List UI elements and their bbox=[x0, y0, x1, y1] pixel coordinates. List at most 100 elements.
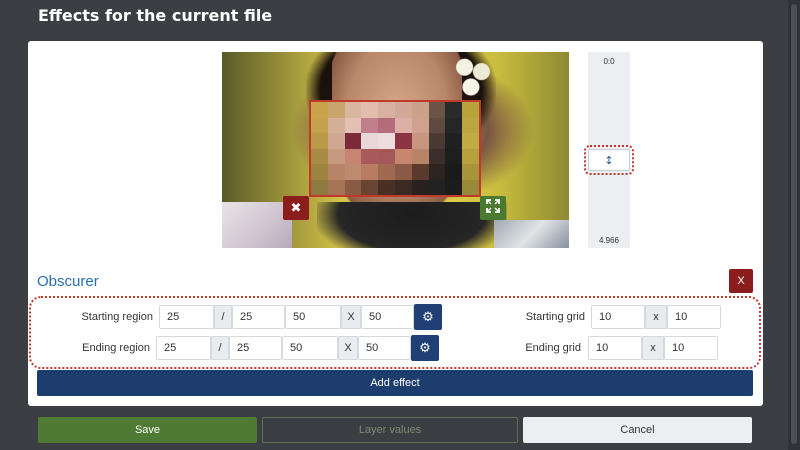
starting-region-label: Starting region bbox=[81, 311, 153, 323]
mosaic-cell bbox=[394, 179, 412, 195]
ending-row: Ending region 25 / 25 50 X 50 ⚙ Ending g… bbox=[31, 335, 759, 361]
mosaic-cell bbox=[428, 102, 446, 118]
effect-settings: Starting region 25 / 25 50 X 50 ⚙ Starti… bbox=[29, 296, 761, 369]
mosaic-cell bbox=[411, 102, 429, 118]
mosaic-cell bbox=[411, 164, 429, 180]
ending-grid-columns-input[interactable]: 10 bbox=[588, 336, 642, 360]
effect-name: Obscurer bbox=[37, 273, 99, 290]
preview-garment-left bbox=[222, 202, 292, 248]
cancel-button[interactable]: Cancel bbox=[523, 417, 752, 443]
mosaic-cell bbox=[344, 133, 362, 149]
mosaic-cell bbox=[361, 148, 379, 164]
mosaic-cell bbox=[327, 102, 345, 118]
mosaic-cell bbox=[327, 164, 345, 180]
mosaic-cell bbox=[378, 148, 395, 164]
starting-grid-columns-input[interactable]: 10 bbox=[591, 305, 645, 329]
video-preview[interactable]: ✖ bbox=[222, 52, 569, 248]
mosaic-cell bbox=[361, 102, 379, 118]
timeline-track[interactable]: 0:0 ↕ 4.966 bbox=[584, 52, 634, 248]
timeline-handle[interactable]: ↕ bbox=[584, 145, 634, 175]
mosaic-cell bbox=[445, 164, 463, 180]
ending-region-settings-button[interactable]: ⚙ bbox=[411, 335, 439, 361]
mosaic-cell bbox=[311, 148, 328, 164]
add-effect-button[interactable]: Add effect bbox=[37, 370, 753, 396]
preview-scarf bbox=[317, 202, 507, 248]
close-effect-button[interactable]: X bbox=[729, 269, 753, 293]
mosaic-cell bbox=[344, 102, 362, 118]
mosaic-cell bbox=[361, 133, 379, 149]
starting-grid-times: x bbox=[645, 305, 667, 329]
mosaic-cell bbox=[327, 133, 345, 149]
page-scrollbar[interactable] bbox=[788, 0, 800, 450]
timeline-start-time: 0:0 bbox=[603, 57, 615, 66]
ending-grid-rows-input[interactable]: 10 bbox=[664, 336, 718, 360]
mosaic-cell bbox=[378, 179, 395, 195]
starting-region-settings-button[interactable]: ⚙ bbox=[414, 304, 442, 330]
mosaic-cell bbox=[428, 164, 446, 180]
mosaic-cell bbox=[311, 102, 328, 118]
starting-row: Starting region 25 / 25 50 X 50 ⚙ Starti… bbox=[31, 304, 759, 330]
mosaic-cell bbox=[394, 148, 412, 164]
ending-region-x-input[interactable]: 25 bbox=[156, 336, 211, 360]
save-button[interactable]: Save bbox=[38, 417, 257, 443]
starting-grid-label: Starting grid bbox=[525, 311, 585, 323]
layer-values-button[interactable]: Layer values bbox=[262, 417, 518, 443]
mosaic-cell bbox=[311, 133, 328, 149]
mosaic-cell bbox=[428, 117, 446, 133]
mosaic-cell bbox=[462, 179, 479, 195]
mosaic-cell bbox=[411, 179, 429, 195]
resize-region-button[interactable] bbox=[480, 196, 506, 220]
mosaic-cell bbox=[394, 102, 412, 118]
mosaic-cell bbox=[462, 148, 479, 164]
mosaic-cell bbox=[428, 148, 446, 164]
mosaic-cell bbox=[344, 179, 362, 195]
mosaic-cell bbox=[445, 133, 463, 149]
preview-garment-right bbox=[494, 220, 569, 248]
mosaic-cell bbox=[311, 164, 328, 180]
mosaic-cell bbox=[411, 148, 429, 164]
ending-region-height-input[interactable]: 50 bbox=[358, 336, 411, 360]
mosaic-cell bbox=[445, 102, 463, 118]
preview-flower bbox=[452, 54, 494, 98]
starting-grid-rows-input[interactable]: 10 bbox=[667, 305, 721, 329]
starting-region-width-input[interactable]: 50 bbox=[285, 305, 341, 329]
scrollbar-thumb[interactable] bbox=[791, 4, 797, 444]
ending-region-separator: / bbox=[211, 336, 229, 360]
gear-icon: ⚙ bbox=[419, 340, 431, 356]
mosaic-cell bbox=[445, 117, 463, 133]
mosaic-cell bbox=[344, 164, 362, 180]
mosaic-cell bbox=[462, 117, 479, 133]
remove-region-button[interactable]: ✖ bbox=[283, 196, 309, 220]
mosaic-cell bbox=[378, 164, 395, 180]
starting-region-separator: / bbox=[214, 305, 232, 329]
mosaic-cell bbox=[361, 179, 379, 195]
mosaic-cell bbox=[327, 148, 345, 164]
mosaic-cell bbox=[394, 133, 412, 149]
mosaic-cell bbox=[445, 179, 463, 195]
vertical-arrows-icon: ↕ bbox=[604, 153, 614, 167]
starting-region-x-input[interactable]: 25 bbox=[159, 305, 214, 329]
starting-region-height-input[interactable]: 50 bbox=[361, 305, 414, 329]
mosaic-cell bbox=[378, 102, 395, 118]
mosaic-cell bbox=[378, 133, 395, 149]
mosaic-cell bbox=[462, 133, 479, 149]
mosaic-cell bbox=[394, 117, 412, 133]
timeline-end-time: 4.966 bbox=[598, 236, 620, 245]
mosaic-cell bbox=[394, 164, 412, 180]
effects-panel: ✖ 0:0 ↕ 4.966 Obscurer X Starting region… bbox=[28, 41, 763, 406]
close-icon: ✖ bbox=[290, 200, 302, 216]
ending-region-label: Ending region bbox=[82, 342, 150, 354]
mosaic-cell bbox=[445, 148, 463, 164]
obscurer-region-box[interactable] bbox=[309, 100, 481, 197]
ending-region-y-input[interactable]: 25 bbox=[229, 336, 282, 360]
mosaic-cell bbox=[344, 117, 362, 133]
gear-icon: ⚙ bbox=[422, 309, 434, 325]
mosaic-cell bbox=[361, 117, 379, 133]
mosaic-cell bbox=[327, 179, 345, 195]
mosaic-cell bbox=[428, 179, 446, 195]
mosaic-cell bbox=[462, 102, 479, 118]
ending-region-width-input[interactable]: 50 bbox=[282, 336, 338, 360]
mosaic-cell bbox=[411, 117, 429, 133]
starting-region-y-input[interactable]: 25 bbox=[232, 305, 285, 329]
mosaic-cell bbox=[361, 164, 379, 180]
